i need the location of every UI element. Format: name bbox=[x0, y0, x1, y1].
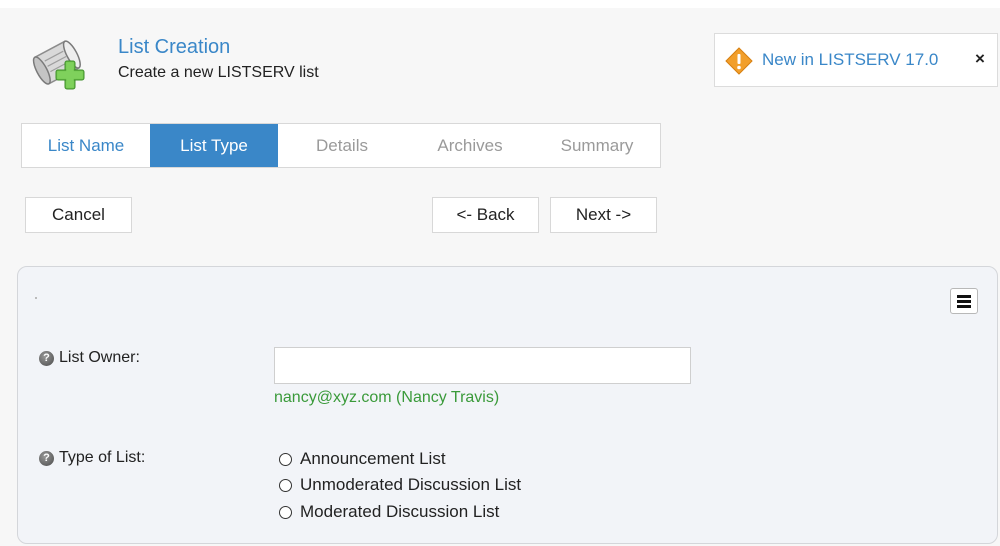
step-list-name[interactable]: List Name bbox=[22, 124, 150, 167]
radio-button[interactable] bbox=[279, 452, 292, 466]
step-list-type: List Type bbox=[150, 124, 278, 167]
list-owner-input[interactable] bbox=[274, 347, 691, 384]
list-owner-label: List Owner: bbox=[59, 349, 140, 366]
radio-unmoderated-discussion-list[interactable]: Unmoderated Discussion List bbox=[279, 475, 521, 495]
top-strip bbox=[0, 0, 1000, 8]
radio-label: Moderated Discussion List bbox=[300, 502, 500, 521]
close-icon[interactable]: × bbox=[975, 49, 985, 69]
page-title: List Creation bbox=[118, 36, 231, 58]
form-panel: ? List Owner: nancy@xyz.com (Nancy Travi… bbox=[17, 266, 998, 544]
radio-button[interactable] bbox=[279, 505, 292, 519]
radio-moderated-discussion-list[interactable]: Moderated Discussion List bbox=[279, 502, 499, 522]
whats-new-link[interactable]: New in LISTSERV 17.0 bbox=[762, 50, 938, 70]
step-details: Details bbox=[316, 135, 368, 155]
radio-label: Announcement List bbox=[300, 449, 446, 468]
radio-button[interactable] bbox=[279, 478, 292, 492]
warning-diamond-icon bbox=[725, 47, 753, 75]
step-summary: Summary bbox=[560, 135, 634, 155]
help-icon[interactable]: ? bbox=[39, 351, 54, 366]
radio-announcement-list[interactable]: Announcement List bbox=[279, 449, 446, 469]
back-button[interactable]: <- Back bbox=[432, 197, 539, 233]
wizard-steps: List Name List Type Details Archives Sum… bbox=[21, 123, 661, 168]
next-button[interactable]: Next -> bbox=[550, 197, 657, 233]
page-subtitle: Create a new LISTSERV list bbox=[118, 64, 319, 81]
panel-dot bbox=[35, 297, 37, 299]
scroll-add-icon bbox=[32, 40, 85, 90]
list-owner-hint[interactable]: nancy@xyz.com (Nancy Travis) bbox=[274, 389, 499, 407]
radio-label: Unmoderated Discussion List bbox=[300, 475, 522, 494]
help-icon[interactable]: ? bbox=[39, 451, 54, 466]
hamburger-menu-icon[interactable] bbox=[950, 288, 978, 314]
whats-new-banner: New in LISTSERV 17.0 × bbox=[714, 33, 998, 87]
cancel-button[interactable]: Cancel bbox=[25, 197, 132, 233]
step-archives: Archives bbox=[437, 135, 503, 155]
type-of-list-label: Type of List: bbox=[59, 449, 146, 466]
